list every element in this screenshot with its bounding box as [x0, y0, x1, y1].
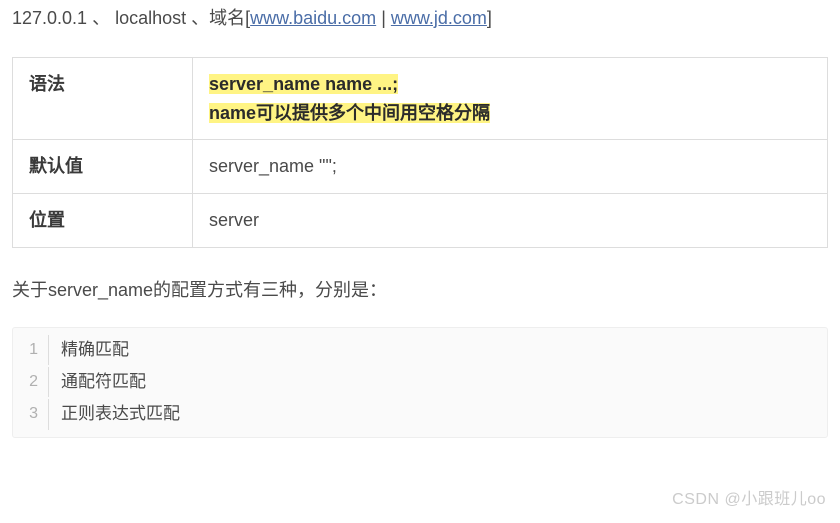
list-item: 1 精确匹配 [13, 334, 827, 366]
table-row: 默认值 server_name ""; [13, 140, 828, 194]
intro-prefix: 127.0.0.1 、 localhost 、域名[ [12, 8, 250, 28]
intro-sep: | [376, 8, 391, 28]
row-label-syntax: 语法 [13, 57, 193, 140]
row-value-default: server_name ""; [193, 140, 828, 194]
line-text: 通配符匹配 [49, 366, 146, 398]
link-jd[interactable]: www.jd.com [391, 8, 487, 28]
line-number: 2 [13, 367, 49, 397]
line-number: 3 [13, 399, 49, 429]
line-text: 正则表达式匹配 [49, 398, 180, 430]
list-item: 2 通配符匹配 [13, 366, 827, 398]
list-item: 3 正则表达式匹配 [13, 398, 827, 430]
description-text: 关于server_name的配置方式有三种，分别是： [12, 276, 828, 305]
intro-suffix: ] [487, 8, 492, 28]
code-block: 1 精确匹配 2 通配符匹配 3 正则表达式匹配 [12, 327, 828, 438]
intro-text: 127.0.0.1 、 localhost 、域名[www.baidu.com … [12, 0, 828, 33]
line-number: 1 [13, 335, 49, 365]
table-row: 位置 server [13, 194, 828, 248]
row-value-syntax: server_name name ...; name可以提供多个中间用空格分隔 [193, 57, 828, 140]
watermark: CSDN @小跟班儿oo [672, 487, 826, 513]
link-baidu[interactable]: www.baidu.com [250, 8, 376, 28]
row-label-default: 默认值 [13, 140, 193, 194]
directive-table: 语法 server_name name ...; name可以提供多个中间用空格… [12, 57, 828, 248]
table-row: 语法 server_name name ...; name可以提供多个中间用空格… [13, 57, 828, 140]
line-text: 精确匹配 [49, 334, 129, 366]
syntax-line1: server_name name ...; [209, 74, 398, 94]
row-value-context: server [193, 194, 828, 248]
syntax-line2: name可以提供多个中间用空格分隔 [209, 103, 490, 123]
row-label-context: 位置 [13, 194, 193, 248]
